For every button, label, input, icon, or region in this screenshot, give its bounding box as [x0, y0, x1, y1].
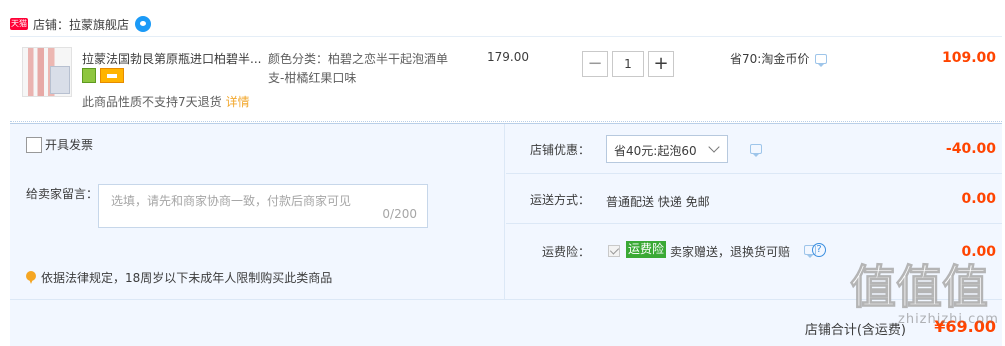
store-discount-select[interactable]: 省40元:起泡60	[606, 135, 728, 163]
help-icon[interactable]: ?	[812, 243, 826, 257]
decrease-quantity-button[interactable]: −	[582, 51, 608, 77]
store-discount-selected: 省40元:起泡60	[614, 144, 697, 158]
store-discount-label: 店铺优惠：	[530, 143, 591, 157]
freight-insurance-checkbox[interactable]	[608, 245, 620, 257]
store-discount-row: 店铺优惠： 省40元:起泡60 -40.00	[506, 124, 1002, 174]
quantity-stepper: − 1 +	[582, 51, 674, 77]
no-return-notice: 此商品性质不支持7天退货 详情	[82, 93, 250, 110]
order-right-column: 店铺优惠： 省40元:起泡60 -40.00 运送方式： 普通配送 快递 免邮 …	[506, 124, 1002, 300]
invoice-checkbox[interactable]	[26, 136, 42, 153]
freight-insurance-row: 运费险： 运费险 卖家赠送，退换货可赔 ? 0.00	[506, 224, 1002, 274]
detail-link[interactable]: 详情	[226, 95, 250, 109]
freight-insurance-tag: 运费险	[626, 241, 667, 258]
product-thumbnail[interactable]	[22, 47, 72, 97]
age-restriction-notice: 依据法律规定，18周岁以下未成年人限制购买此类商品	[26, 269, 332, 286]
age-restriction-text: 依据法律规定，18周岁以下未成年人限制购买此类商品	[41, 271, 333, 285]
message-char-counter: 0/200	[382, 207, 417, 221]
quantity-input[interactable]: 1	[612, 51, 644, 77]
shipping-row: 运送方式： 普通配送 快递 免邮 0.00	[506, 174, 1002, 224]
store-subtotal-bar: 店铺合计(含运费) ¥69.00	[10, 299, 1002, 346]
shipping-value: 0.00	[961, 191, 996, 207]
store-name-link[interactable]: 店铺：拉蒙旗舰店	[33, 16, 129, 33]
chat-icon[interactable]	[135, 16, 152, 32]
comment-icon[interactable]	[815, 53, 828, 67]
sku-info: 颜色分类：柏碧之恋半干起泡酒单 支-柑橘红果口味	[268, 50, 468, 88]
unit-price: 179.00	[487, 50, 529, 64]
shipping-label: 运送方式：	[530, 193, 591, 207]
seller-message-label: 给卖家留言：	[26, 187, 99, 201]
order-left-column: 开具发票 给卖家留言： 选填，请先和商家协商一致，付款后商家可见 0/200 依…	[10, 124, 505, 300]
guarantee-badge-icon[interactable]	[82, 68, 96, 83]
location-pin-icon	[26, 270, 36, 285]
store-subtotal-value: ¥69.00	[934, 317, 996, 336]
saving-text: 省70:淘金币价	[730, 52, 810, 66]
credit-card-badge-icon[interactable]	[100, 68, 124, 83]
freight-insurance-text: 卖家赠送，退换货可赔	[670, 245, 791, 259]
sku-line: 颜色分类：柏碧之恋半干起泡酒单	[268, 52, 449, 66]
item-total-price: 109.00	[941, 50, 996, 66]
sku-line: 支-柑橘红果口味	[268, 71, 357, 85]
chevron-down-icon	[708, 141, 720, 153]
store-subtotal-label: 店铺合计(含运费)	[804, 323, 906, 338]
invoice-option[interactable]: 开具发票	[26, 136, 93, 153]
order-item-row: 拉蒙法国勃艮第原瓶进口柏碧半... 此商品性质不支持7天退货 详情 颜色分类：柏碧…	[10, 36, 1002, 122]
increase-quantity-button[interactable]: +	[648, 51, 674, 77]
store-discount-value: -40.00	[945, 141, 996, 157]
comment-icon[interactable]	[750, 144, 762, 157]
saving-info: 省70:淘金币价	[730, 50, 828, 67]
freight-insurance-label: 运费险：	[542, 245, 591, 259]
seller-message-input[interactable]: 选填，请先和商家协商一致，付款后商家可见 0/200	[98, 184, 428, 228]
invoice-label: 开具发票	[45, 138, 94, 152]
no-return-text: 此商品性质不支持7天退货	[82, 95, 222, 109]
order-options-panel: 开具发票 给卖家留言： 选填，请先和商家协商一致，付款后商家可见 0/200 依…	[10, 123, 1002, 300]
tmall-logo-icon: 天猫	[10, 18, 28, 30]
message-placeholder: 选填，请先和商家协商一致，付款后商家可见	[111, 194, 352, 208]
shipping-method: 普通配送 快递 免邮	[606, 195, 710, 209]
store-header: 天猫 店铺：拉蒙旗舰店	[10, 14, 152, 34]
service-badges	[82, 68, 124, 83]
freight-insurance-value: 0.00	[961, 244, 996, 260]
product-title-link[interactable]: 拉蒙法国勃艮第原瓶进口柏碧半...	[82, 50, 266, 67]
